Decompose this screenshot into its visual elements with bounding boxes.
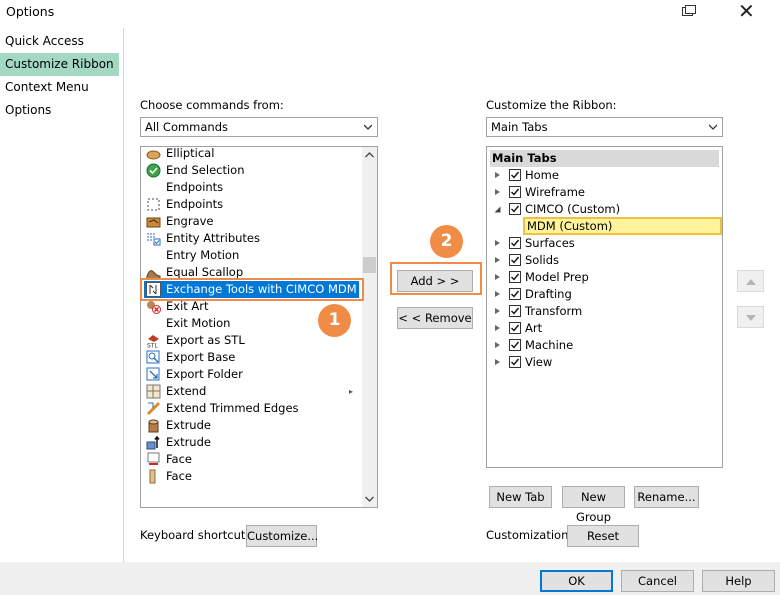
callout-2: 2 <box>430 225 463 258</box>
expand-icon[interactable] <box>495 240 500 246</box>
extend-icon <box>146 384 161 399</box>
new-group-button[interactable]: New Group <box>562 486 625 524</box>
selected-command-highlight <box>140 278 364 301</box>
check-circle-icon <box>146 163 161 178</box>
nav-item-quick-access-toolbar[interactable]: Quick Access Toolbar <box>0 30 119 71</box>
nav-item-customize-ribbon[interactable]: Customize Ribbon <box>0 53 119 76</box>
checkbox-icon[interactable] <box>509 356 521 368</box>
exit-art-icon <box>146 299 161 314</box>
tree-header: Main Tabs <box>490 150 719 167</box>
expand-icon[interactable] <box>495 325 500 331</box>
tree-item-transform[interactable]: Transform <box>487 303 717 320</box>
new-tab-button[interactable]: New Tab <box>489 486 552 508</box>
keyboard-shortcuts-label: Keyboard shortcuts: <box>140 528 256 542</box>
chevron-down-icon <box>364 124 372 130</box>
tree-item-art[interactable]: Art <box>487 320 717 337</box>
tree-item-solids[interactable]: Solids <box>487 252 717 269</box>
expand-icon[interactable] <box>495 274 500 280</box>
cancel-button[interactable]: Cancel <box>621 570 694 592</box>
ok-button[interactable]: OK <box>540 570 613 592</box>
commands-scrollbar[interactable] <box>362 147 377 507</box>
customize-ribbon-value: Main Tabs <box>491 120 548 134</box>
checkbox-icon[interactable] <box>509 169 521 181</box>
export-base-icon <box>146 350 161 365</box>
expand-icon[interactable] <box>495 189 500 195</box>
checkbox-icon[interactable] <box>509 271 521 283</box>
checkbox-icon[interactable] <box>509 288 521 300</box>
ribbon-tree[interactable]: Main Tabs Home Wireframe CIMCO (Custom) … <box>486 146 723 468</box>
checkbox-icon[interactable] <box>509 186 521 198</box>
options-nav: Quick Access Toolbar Customize Ribbon Co… <box>0 28 124 562</box>
tree-item-machine[interactable]: Machine <box>487 337 717 354</box>
customize-ribbon-dropdown[interactable]: Main Tabs <box>486 117 723 137</box>
chevron-down-icon <box>709 124 717 130</box>
callout-1: 1 <box>318 304 351 337</box>
help-button[interactable]: Help <box>702 570 775 592</box>
expand-icon[interactable] <box>495 257 500 263</box>
title-bar: Options ✕ <box>0 0 780 24</box>
tree-item-surfaces[interactable]: Surfaces <box>487 235 717 252</box>
checkbox-icon[interactable] <box>509 237 521 249</box>
scroll-thumb[interactable] <box>363 257 376 273</box>
extrude-arrow-icon <box>146 435 161 450</box>
svg-text:STL: STL <box>147 343 158 349</box>
extrude-icon <box>146 418 161 433</box>
choose-commands-value: All Commands <box>145 120 229 134</box>
tree-item-cimco[interactable]: CIMCO (Custom) <box>487 201 717 218</box>
checkbox-icon[interactable] <box>509 305 521 317</box>
expand-icon[interactable] <box>495 342 500 348</box>
entity-attributes-icon <box>146 231 161 246</box>
choose-commands-label: Choose commands from: <box>140 98 284 112</box>
arrow-up-icon <box>746 279 756 285</box>
export-folder-icon <box>146 367 161 382</box>
face-plate-icon <box>146 469 161 484</box>
customizations-label: Customizations: <box>486 528 579 542</box>
expand-icon[interactable] <box>495 308 500 314</box>
export-stl-icon: STL <box>146 333 161 350</box>
tree-item-view[interactable]: View <box>487 354 717 371</box>
choose-commands-dropdown[interactable]: All Commands <box>140 117 378 137</box>
customize-ribbon-label: Customize the Ribbon: <box>486 98 617 112</box>
window-title: Options <box>6 4 55 19</box>
arrow-down-icon <box>746 315 756 321</box>
elliptical-icon <box>146 147 161 161</box>
tree-item-model-prep[interactable]: Model Prep <box>487 269 717 286</box>
customize-shortcuts-button[interactable]: Customize... <box>246 525 318 547</box>
reset-button[interactable]: Reset <box>567 525 639 547</box>
restore-window-icon[interactable] <box>682 5 696 17</box>
nav-item-context-menu[interactable]: Context Menu <box>0 76 119 99</box>
list-item[interactable]: Extend ▸ <box>144 383 359 400</box>
close-icon[interactable]: ✕ <box>738 0 755 22</box>
move-up-button[interactable] <box>737 270 764 292</box>
scroll-up-icon[interactable] <box>365 152 374 158</box>
submenu-arrow-icon: ▸ <box>349 387 354 396</box>
nav-item-options[interactable]: Options <box>0 99 119 122</box>
extend-trimmed-icon <box>146 401 161 416</box>
checkbox-icon[interactable] <box>509 339 521 351</box>
tree-item-mdm-custom[interactable]: MDM (Custom) <box>523 217 722 235</box>
add-button[interactable]: Add > > <box>397 270 473 292</box>
checkbox-icon[interactable] <box>509 203 521 215</box>
move-down-button[interactable] <box>737 306 764 328</box>
engrave-icon <box>146 214 161 229</box>
tree-item-wireframe[interactable]: Wireframe <box>487 184 717 201</box>
expand-icon[interactable] <box>495 359 500 365</box>
dialog-footer: OK Cancel Help <box>0 562 780 595</box>
scroll-down-icon[interactable] <box>365 496 374 502</box>
expand-icon[interactable] <box>495 291 500 297</box>
checkbox-icon[interactable] <box>509 254 521 266</box>
tree-item-home[interactable]: Home <box>487 167 717 184</box>
face-icon <box>146 452 161 467</box>
remove-button[interactable]: < < Remove <box>397 307 473 329</box>
rename-button[interactable]: Rename... <box>634 486 699 508</box>
checkbox-icon[interactable] <box>509 322 521 334</box>
collapse-icon[interactable] <box>494 206 501 213</box>
expand-icon[interactable] <box>495 172 500 178</box>
endpoints-icon <box>146 197 161 212</box>
tree-item-drafting[interactable]: Drafting <box>487 286 717 303</box>
